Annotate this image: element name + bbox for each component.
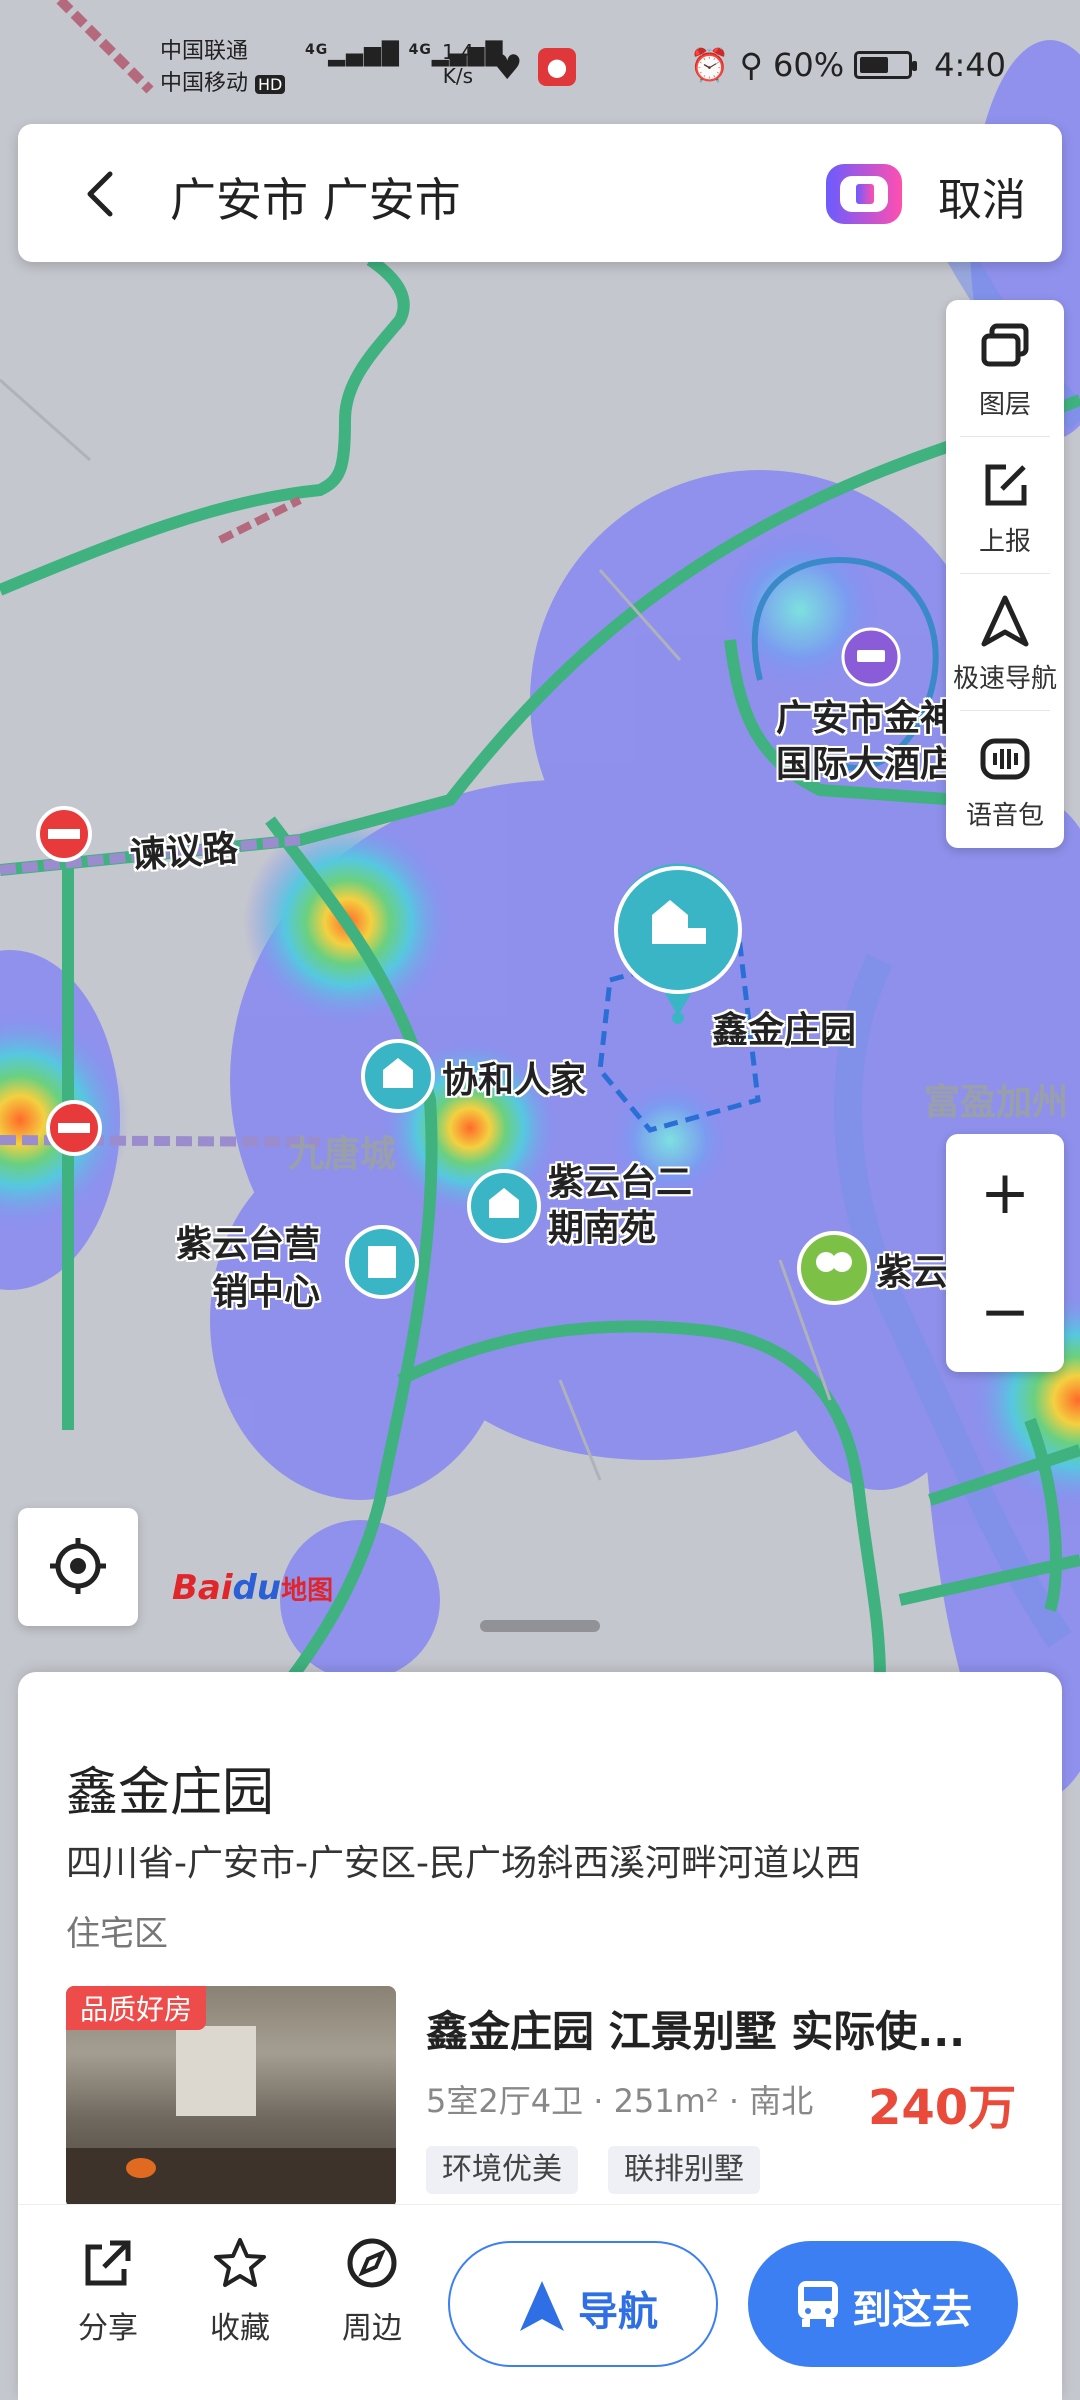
report-button[interactable]: 上报 (946, 437, 1064, 574)
fuying-label: 富盈加州 (924, 1082, 1069, 1123)
xiehe-label: 协和人家 (442, 1060, 587, 1101)
carrier-2: 中国移动 (160, 71, 249, 96)
cancel-button[interactable]: 取消 (938, 164, 1026, 228)
ziyunsale-label-line2: 销中心 (212, 1272, 321, 1313)
go-there-label: 到这去 (852, 2287, 972, 2333)
back-arrow-icon[interactable] (76, 168, 128, 220)
network-speed-value: 1.4 (442, 40, 474, 64)
status-bar: 中国联通 中国移动 HD 4G▂▄▆█ 4G▂▄▆█ 1.4 K/s ♥ ● ⏰… (0, 0, 1080, 130)
quality-badge: 品质好房 (66, 1986, 207, 2030)
poi-marker-park[interactable] (797, 1231, 871, 1305)
locate-button[interactable] (18, 1508, 138, 1626)
location-icon: ⚲ (739, 46, 764, 84)
zoom-in-button[interactable]: + (946, 1134, 1064, 1253)
nearby-button[interactable]: 周边 (322, 2235, 422, 2347)
poi-marker-ziyun2[interactable] (467, 1169, 541, 1243)
locate-icon (50, 1538, 106, 1594)
search-bar: 广安市 广安市 取消 (18, 124, 1062, 262)
poi-marker-ziyunsale[interactable] (345, 1225, 419, 1299)
clock: 4:40 (934, 46, 1006, 84)
signal-2-label: 4G (408, 42, 432, 58)
sheet-drag-handle[interactable] (480, 1620, 600, 1632)
ziyun2-label-line1: 紫云台二 (548, 1162, 693, 1203)
fast-nav-icon (981, 595, 1029, 647)
go-there-button[interactable]: 到这去 (748, 2241, 1018, 2367)
nav-arrow-icon (520, 2281, 564, 2331)
network-speed: 1.4 K/s (442, 40, 474, 88)
place-name: 鑫金庄园 (66, 1763, 275, 1823)
layers-label: 图层 (978, 390, 1031, 420)
voice-pack-label: 语音包 (965, 801, 1044, 831)
status-right: ⏰ ⚲ 60% 4:40 (690, 46, 1006, 84)
place-type: 住宅区 (66, 1914, 168, 1954)
listing-tag: 联排别墅 (608, 2146, 760, 2194)
share-label: 分享 (78, 2311, 138, 2346)
health-icon: ♥ (492, 48, 523, 88)
report-label: 上报 (978, 527, 1031, 557)
voice-pack-icon (980, 738, 1030, 780)
bus-icon (798, 2281, 838, 2327)
listing-image[interactable]: 品质好房 (66, 1986, 396, 2208)
logo-text: Bai (172, 1568, 233, 1608)
fast-nav-button[interactable]: 极速导航 (946, 574, 1064, 711)
zoom-controls: + − (946, 1134, 1064, 1372)
share-icon (85, 2240, 131, 2286)
poi-marker-xiehe[interactable] (361, 1039, 435, 1113)
favorite-button[interactable]: 收藏 (190, 2235, 290, 2347)
road-label: 谏议路 (128, 828, 240, 877)
listing-price: 240万 (868, 2080, 1017, 2136)
compass-icon (347, 2238, 397, 2288)
baidu-map-logo: Baidu地图 (172, 1568, 333, 1608)
signal-1-label: 4G (305, 42, 329, 58)
listing-title[interactable]: 鑫金庄园 江景别墅 实际使... (426, 1998, 1026, 2059)
bottom-action-bar: 分享 收藏 周边 导航 到这去 (18, 2204, 1062, 2400)
star-icon (214, 2238, 266, 2287)
report-icon (985, 464, 1027, 506)
zoom-out-button[interactable]: − (946, 1253, 1064, 1372)
battery-percent: 60% (773, 46, 845, 84)
battery-icon (854, 51, 918, 79)
jiutang-label: 九唐城 (288, 1134, 397, 1175)
fast-nav-label: 极速导航 (952, 664, 1057, 694)
hd-badge: HD (255, 75, 286, 94)
layers-button[interactable]: 图层 (946, 300, 1064, 437)
battery-fill (860, 57, 888, 73)
hotel-label-line2: 国际大酒店 (776, 744, 957, 785)
ziyun2-label-line2: 期南苑 (548, 1208, 657, 1249)
ziyunsale-label-line1: 紫云台营 (176, 1224, 321, 1265)
layers-icon (981, 323, 1029, 367)
alarm-icon: ⏰ (689, 46, 730, 84)
place-address: 四川省-广安市-广安区-民广场斜西溪河畔河道以西 (66, 1843, 861, 1884)
selected-place-label: 鑫金庄园 (712, 1010, 857, 1051)
listing-tag: 环境优美 (426, 2146, 578, 2194)
park-label: 紫云 (876, 1252, 949, 1293)
hotel-poi-icon[interactable] (841, 627, 901, 687)
map-tools-panel: 图层 上报 极速导航 语音包 (946, 300, 1064, 848)
search-query[interactable]: 广安市 广安市 (170, 164, 461, 230)
carrier-info: 中国联通 中国移动 HD (160, 36, 286, 101)
navigate-button[interactable]: 导航 (448, 2241, 718, 2367)
voice-pack-button[interactable]: 语音包 (946, 711, 1064, 848)
logo-cn: 地图 (281, 1576, 334, 1606)
network-speed-unit: K/s (442, 64, 474, 88)
navigate-label: 导航 (578, 2289, 658, 2335)
carrier-1: 中国联通 (160, 39, 249, 64)
mic-icon: ● (538, 48, 576, 86)
hotel-label-line1: 广安市金神 (776, 698, 957, 739)
logo-paw: du (232, 1568, 282, 1608)
listing-spec: 5室2厅4卫 · 251m² · 南北 (426, 2082, 814, 2120)
favorite-label: 收藏 (210, 2311, 270, 2346)
nearby-label: 周边 (342, 2311, 402, 2346)
share-button[interactable]: 分享 (58, 2235, 158, 2347)
voice-assistant-icon[interactable] (826, 164, 902, 224)
